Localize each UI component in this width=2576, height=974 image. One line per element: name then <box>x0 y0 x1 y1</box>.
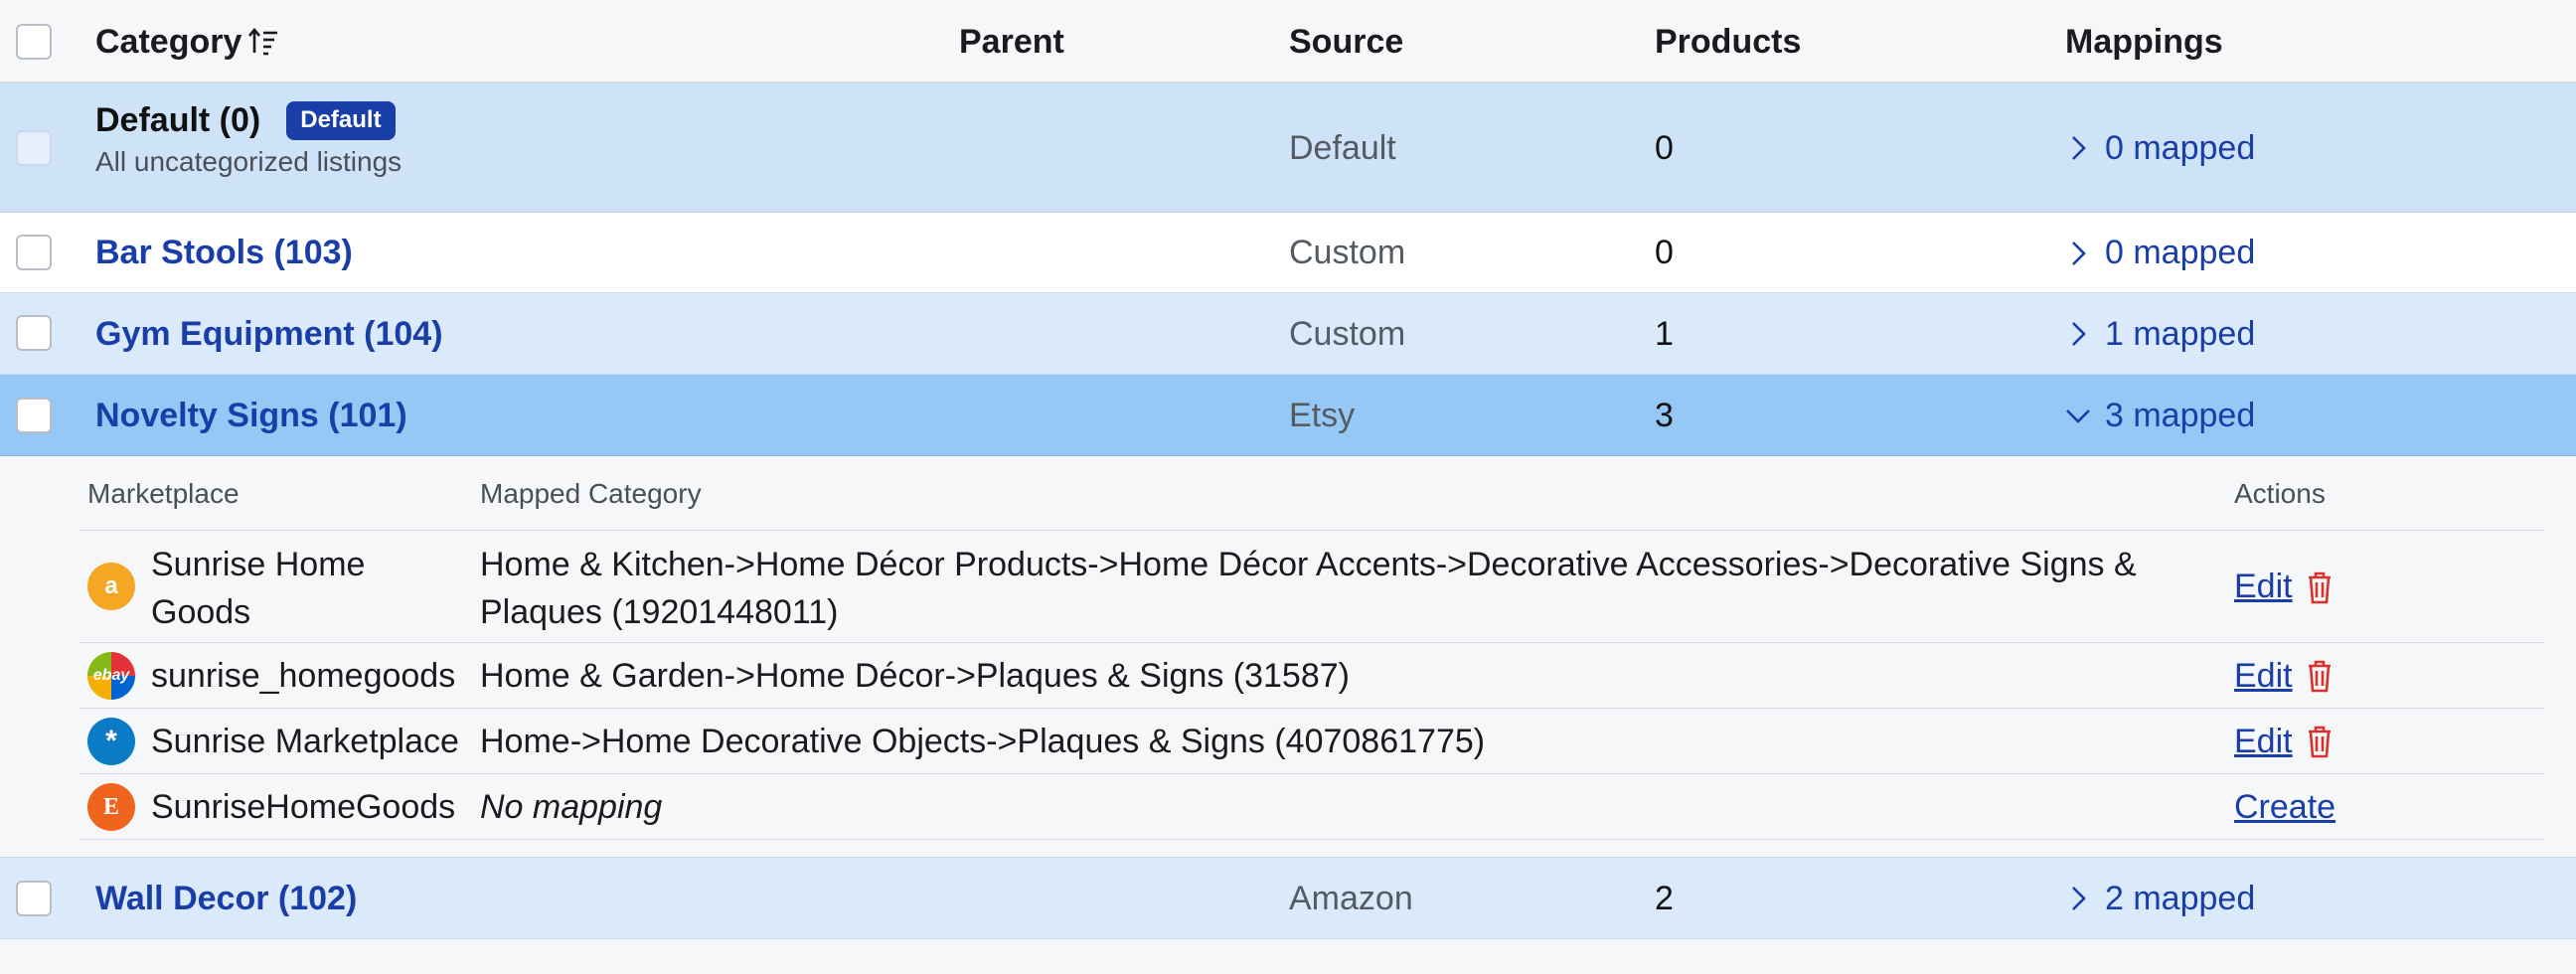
marketplace-name-line: Goods <box>151 593 251 631</box>
mappings-count: 2 mapped <box>2105 879 2256 917</box>
marketplace-name-line: Sunrise Home <box>151 546 366 583</box>
mapped-category: Home & Garden->Home Décor->Plaques & Sig… <box>480 656 1350 695</box>
mapped-category: Home & Kitchen->Home Décor Products->Hom… <box>480 541 2137 636</box>
category-description: All uncategorized listings <box>95 146 402 177</box>
products-cell: 0 <box>1655 234 1674 271</box>
column-header-source[interactable]: Source <box>1289 0 1403 83</box>
mappings-count: 0 mapped <box>2105 128 2256 167</box>
products-cell: 3 <box>1655 396 1674 434</box>
sort-icon[interactable] <box>247 25 279 59</box>
ebay-icon: ebay <box>87 652 135 700</box>
source-cell: Custom <box>1289 314 1406 353</box>
mappings-toggle[interactable]: 0 mapped <box>2065 213 2255 293</box>
products-cell: 1 <box>1655 314 1674 353</box>
mapping-row: * Sunrise Marketplace Home->Home Decorat… <box>80 709 2544 774</box>
column-header-parent[interactable]: Parent <box>959 0 1064 83</box>
subtable-header: Marketplace Mapped Category Actions <box>80 456 2544 531</box>
trash-icon[interactable] <box>2305 658 2334 694</box>
source-cell: Amazon <box>1289 879 1413 917</box>
column-header-products[interactable]: Products <box>1655 0 1801 83</box>
category-name: Default (0) <box>95 101 261 139</box>
amazon-icon: a <box>87 563 135 610</box>
category-name-link[interactable]: Bar Stools (103) <box>95 213 353 293</box>
category-table: Category Parent Source Products Mappings… <box>0 0 2576 974</box>
category-name-link[interactable]: Novelty Signs (101) <box>95 375 407 456</box>
marketplace-name: SunriseHomeGoods <box>151 787 456 826</box>
chevron-right-icon <box>2072 322 2086 346</box>
category-name-link[interactable]: Gym Equipment (104) <box>95 293 443 375</box>
mapping-row: a Sunrise Home Goods Home & Kitchen->Hom… <box>80 531 2544 643</box>
etsy-icon: E <box>87 783 135 831</box>
marketplace-name: sunrise_homegoods <box>151 656 456 695</box>
row-checkbox[interactable] <box>16 130 52 166</box>
mappings-toggle[interactable]: 3 mapped <box>2065 375 2255 456</box>
chevron-right-icon <box>2072 887 2086 910</box>
mapping-row: ebay sunrise_homegoods Home & Garden->Ho… <box>80 643 2544 709</box>
chevron-right-icon <box>2072 241 2086 265</box>
products-cell: 2 <box>1655 879 1674 917</box>
table-row-bar-stools[interactable]: Bar Stools (103) Custom 0 0 mapped <box>0 213 2576 293</box>
marketplace-name: Sunrise Marketplace <box>151 722 459 760</box>
trash-icon[interactable] <box>2305 724 2334 759</box>
mappings-count: 3 mapped <box>2105 396 2256 434</box>
mapped-category-line: Plaques (19201448011) <box>480 593 839 631</box>
mappings-toggle[interactable]: 0 mapped <box>2065 83 2255 213</box>
trash-icon[interactable] <box>2305 569 2334 605</box>
mapping-row: E SunriseHomeGoods No mapping Create <box>80 774 2544 840</box>
subtable-header-actions: Actions <box>2234 477 2326 509</box>
actions-cell: Edit <box>2234 709 2334 774</box>
edit-mapping-link[interactable]: Edit <box>2234 723 2293 761</box>
column-header-category[interactable]: Category <box>95 0 279 83</box>
edit-mapping-link[interactable]: Edit <box>2234 657 2293 696</box>
mappings-toggle[interactable]: 1 mapped <box>2065 293 2255 375</box>
mappings-count: 0 mapped <box>2105 234 2256 271</box>
actions-cell: Edit <box>2234 531 2334 643</box>
create-mapping-link[interactable]: Create <box>2234 788 2335 827</box>
products-cell: 0 <box>1655 128 1674 167</box>
table-row-gym-equipment[interactable]: Gym Equipment (104) Custom 1 1 mapped <box>0 293 2576 375</box>
category-cell: Default (0) Default All uncategorized li… <box>95 101 402 178</box>
edit-mapping-link[interactable]: Edit <box>2234 568 2293 606</box>
source-cell: Etsy <box>1289 396 1356 434</box>
row-checkbox[interactable] <box>16 881 52 916</box>
table-row-novelty-signs[interactable]: Novelty Signs (101) Etsy 3 3 mapped <box>0 375 2576 456</box>
category-name-link[interactable]: Wall Decor (102) <box>95 858 357 939</box>
mappings-toggle[interactable]: 2 mapped <box>2065 858 2255 939</box>
mappings-count: 1 mapped <box>2105 314 2256 353</box>
column-header-mappings[interactable]: Mappings <box>2065 0 2223 83</box>
column-header-category-label: Category <box>95 22 242 61</box>
row-checkbox[interactable] <box>16 398 52 433</box>
row-checkbox[interactable] <box>16 315 52 351</box>
subtable-header-marketplace: Marketplace <box>87 477 240 509</box>
table-row-default[interactable]: Default (0) Default All uncategorized li… <box>0 83 2576 213</box>
row-checkbox[interactable] <box>16 235 52 270</box>
marketplace-name: Sunrise Home Goods <box>151 541 365 636</box>
actions-cell: Edit <box>2234 643 2334 709</box>
mapped-category-line: Home & Kitchen->Home Décor Products->Hom… <box>480 546 2137 583</box>
table-header: Category Parent Source Products Mappings <box>0 0 2576 83</box>
chevron-down-icon <box>2066 409 2090 423</box>
table-row-wall-decor[interactable]: Wall Decor (102) Amazon 2 2 mapped <box>0 857 2576 939</box>
walmart-icon: * <box>87 718 135 765</box>
mapped-category: Home->Home Decorative Objects->Plaques &… <box>480 722 1486 760</box>
mapped-category-empty: No mapping <box>480 787 663 826</box>
chevron-right-icon <box>2072 136 2086 160</box>
mappings-panel: Marketplace Mapped Category Actions a Su… <box>0 456 2576 857</box>
select-all-checkbox[interactable] <box>16 24 52 60</box>
subtable-header-mapped-category: Mapped Category <box>480 477 702 509</box>
actions-cell: Create <box>2234 774 2335 840</box>
default-badge: Default <box>286 101 396 140</box>
source-cell: Default <box>1289 128 1396 167</box>
source-cell: Custom <box>1289 234 1406 271</box>
